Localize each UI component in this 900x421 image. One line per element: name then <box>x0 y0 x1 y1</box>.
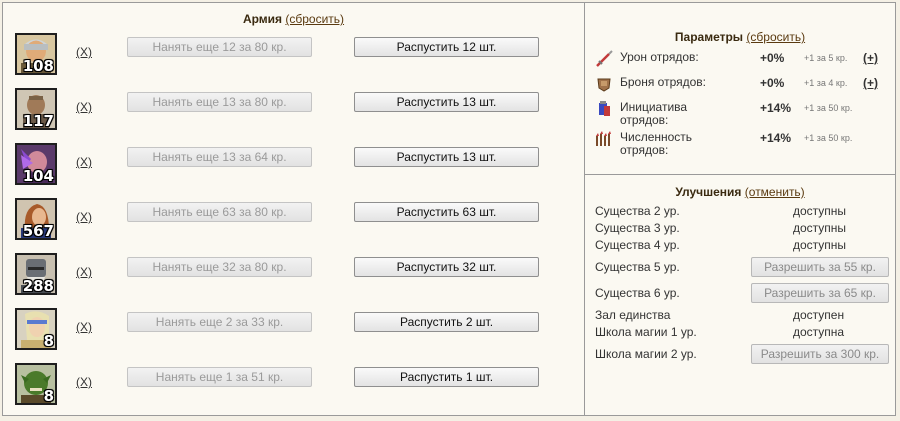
dismiss-button[interactable]: Распустить 13 шт. <box>354 92 539 112</box>
upgrade-row: Школа магии 1 ур. доступна <box>595 323 890 343</box>
upgrade-name: Школа магии 1 ур. <box>595 325 697 339</box>
upgrades-title-label: Улучшения <box>675 185 742 199</box>
unit-portrait-icon: 8 <box>15 308 57 350</box>
params-title: Параметры (сбросить) <box>585 30 895 44</box>
main-frame: Армия (сбросить) 108 (X) Нанять еще 12 з… <box>2 2 896 416</box>
unit-count: 288 <box>22 277 54 295</box>
upgrade-status: доступна <box>793 325 845 339</box>
upgrade-row: Существа 4 ур. доступны <box>595 236 890 256</box>
upgrades-panel: Улучшения (отменить) Существа 2 ур. дост… <box>585 175 895 415</box>
dismiss-button[interactable]: Распустить 63 шт. <box>354 202 539 222</box>
param-plus-link[interactable]: (+) <box>863 51 878 65</box>
allow-button[interactable]: Разрешить за 65 кр. <box>751 283 889 303</box>
upgrade-row: Существа 5 ур. Разрешить за 55 кр. <box>595 257 890 278</box>
param-plus-link[interactable]: (+) <box>863 76 878 90</box>
unit-count: 8 <box>43 332 54 350</box>
upgrade-status: доступны <box>793 221 847 235</box>
unit-portrait-icon: 104 <box>15 143 57 185</box>
upgrade-status: доступен <box>793 308 845 322</box>
param-label: Броня отрядов: <box>620 75 707 89</box>
remove-unit-link[interactable]: (X) <box>76 155 92 169</box>
allow-button[interactable]: Разрешить за 300 кр. <box>751 344 889 364</box>
remove-unit-link[interactable]: (X) <box>76 100 92 114</box>
dismiss-button[interactable]: Распустить 12 шт. <box>354 37 539 57</box>
hire-button[interactable]: Нанять еще 13 за 80 кр. <box>127 92 312 112</box>
army-title-label: Армия <box>242 12 283 26</box>
unit-count: 567 <box>22 222 54 240</box>
hire-button[interactable]: Нанять еще 63 за 80 кр. <box>127 202 312 222</box>
upgrade-row: Школа магии 2 ур. Разрешить за 300 кр. <box>595 344 890 365</box>
params-panel: Параметры (сбросить) Урон отрядов: +0% +… <box>585 3 895 175</box>
unit-portrait-icon: 288 <box>15 253 57 295</box>
upgrade-status: доступны <box>793 204 847 218</box>
unit-portrait-icon: 8 <box>15 363 57 405</box>
params-reset-link[interactable]: (сбросить) <box>746 30 805 44</box>
param-cost: +1 за 50 кр. <box>804 103 853 113</box>
hire-button[interactable]: Нанять еще 1 за 51 кр. <box>127 367 312 387</box>
param-row-armor: Броня отрядов: +0% +1 за 4 кр. (+) <box>595 74 890 100</box>
unit-portrait-icon: 117 <box>15 88 57 130</box>
remove-unit-link[interactable]: (X) <box>76 210 92 224</box>
unit-portrait-icon: 567 <box>15 198 57 240</box>
remove-unit-link[interactable]: (X) <box>76 375 92 389</box>
upgrades-cancel-link[interactable]: (отменить) <box>745 185 805 199</box>
param-row-troops: Численность отрядов: +14% +1 за 50 кр. <box>595 129 890 157</box>
upgrade-name: Существа 4 ур. <box>595 238 680 252</box>
param-value: +0% <box>760 76 785 90</box>
param-cost: +1 за 50 кр. <box>804 133 853 143</box>
upgrade-name: Существа 6 ур. <box>595 286 680 300</box>
upgrade-name: Существа 3 ур. <box>595 221 680 235</box>
upgrade-name: Существа 2 ур. <box>595 204 680 218</box>
upgrade-name: Зал единства <box>595 308 671 322</box>
right-panel: Параметры (сбросить) Урон отрядов: +0% +… <box>585 3 895 415</box>
hire-button[interactable]: Нанять еще 32 за 80 кр. <box>127 257 312 277</box>
troops-icon <box>596 131 611 146</box>
unit-count: 8 <box>43 387 54 405</box>
upgrade-row: Существа 6 ур. Разрешить за 65 кр. <box>595 283 890 304</box>
army-reset-link[interactable]: (сбросить) <box>285 12 344 26</box>
upgrade-name: Школа магии 2 ур. <box>595 347 697 361</box>
param-row-damage: Урон отрядов: +0% +1 за 5 кр. (+) <box>595 49 890 75</box>
param-cost: +1 за 4 кр. <box>804 78 848 88</box>
unit-portrait-icon: 108 <box>15 33 57 75</box>
hire-button[interactable]: Нанять еще 13 за 64 кр. <box>127 147 312 167</box>
dismiss-button[interactable]: Распустить 13 шт. <box>354 147 539 167</box>
hire-button[interactable]: Нанять еще 12 за 80 кр. <box>127 37 312 57</box>
param-label: Численность отрядов: <box>620 130 693 157</box>
param-value: +14% <box>760 131 792 145</box>
allow-button[interactable]: Разрешить за 55 кр. <box>751 257 889 277</box>
remove-unit-link[interactable]: (X) <box>76 45 92 59</box>
dismiss-button[interactable]: Распустить 1 шт. <box>354 367 539 387</box>
unit-count: 117 <box>22 112 54 130</box>
upgrade-name: Существа 5 ур. <box>595 260 680 274</box>
unit-count: 108 <box>22 57 54 75</box>
params-title-label: Параметры <box>674 30 744 44</box>
army-panel: Армия (сбросить) 108 (X) Нанять еще 12 з… <box>3 3 585 415</box>
dismiss-button[interactable]: Распустить 32 шт. <box>354 257 539 277</box>
hire-button[interactable]: Нанять еще 2 за 33 кр. <box>127 312 312 332</box>
param-row-initiative: Инициатива отрядов: +14% +1 за 50 кр. <box>595 99 890 127</box>
param-value: +14% <box>760 101 792 115</box>
param-cost: +1 за 5 кр. <box>804 53 848 63</box>
remove-unit-link[interactable]: (X) <box>76 320 92 334</box>
army-title: Армия (сбросить) <box>3 12 584 26</box>
sword-icon <box>596 50 613 67</box>
upgrades-title: Улучшения (отменить) <box>585 185 895 199</box>
remove-unit-link[interactable]: (X) <box>76 265 92 279</box>
unit-count: 104 <box>22 167 54 185</box>
initiative-icon <box>599 101 610 116</box>
armor-icon <box>597 78 611 92</box>
param-value: +0% <box>760 51 785 65</box>
dismiss-button[interactable]: Распустить 2 шт. <box>354 312 539 332</box>
param-label: Урон отрядов: <box>620 50 699 64</box>
upgrade-status: доступны <box>793 238 847 252</box>
param-label: Инициатива отрядов: <box>620 100 688 127</box>
